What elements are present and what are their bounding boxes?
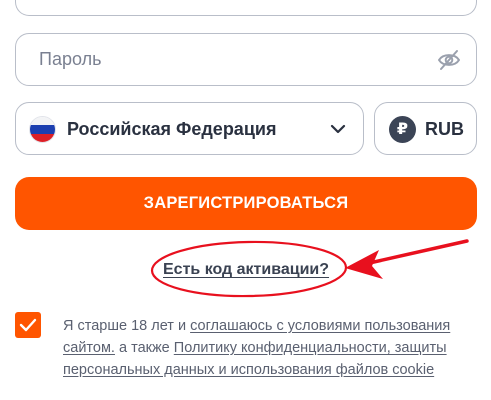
country-label: Российская Федерация (67, 119, 277, 139)
agreement-checkbox[interactable] (15, 312, 41, 338)
register-button[interactable]: ЗАРЕГИСТРИРОВАТЬСЯ (15, 177, 477, 230)
checkmark-icon (19, 318, 37, 332)
ru-flag-icon (29, 116, 56, 143)
ruble-icon: ₽ (389, 116, 416, 143)
agreement-text: Я старше 18 лет и соглашаюсь с условиями… (63, 315, 481, 381)
email-field[interactable] (15, 0, 477, 16)
agreement-text-part1: Я старше 18 лет и (63, 318, 191, 334)
country-select[interactable]: Российская Федерация (15, 102, 364, 155)
chevron-down-icon (329, 121, 347, 137)
currency-select[interactable]: ₽ RUB (374, 102, 477, 155)
annotation-arrow-shaft (354, 239, 469, 268)
password-field[interactable] (15, 33, 477, 86)
currency-label: RUB (425, 119, 464, 139)
password-input[interactable] (16, 49, 396, 70)
agreement-text-part2: а также (114, 340, 174, 356)
eye-slash-icon[interactable] (436, 47, 462, 73)
annotation-arrow-head (345, 250, 383, 279)
activation-code-link[interactable]: Есть код активации? (163, 261, 329, 279)
